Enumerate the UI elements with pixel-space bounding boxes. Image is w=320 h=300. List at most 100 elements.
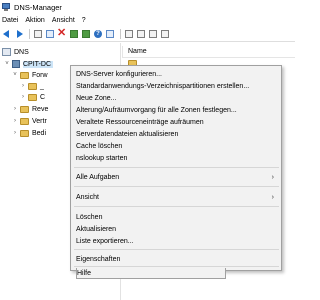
- properties-icon: [46, 30, 54, 38]
- dns-manager-app-icon: [2, 3, 10, 11]
- menu-item-scavenge-stale-records[interactable]: Veraltete Ressourceneinträge aufräumen: [76, 117, 276, 128]
- menu-item-all-tasks[interactable]: Alle Aufgaben ›: [76, 172, 276, 183]
- tree-item-zone-2[interactable]: › C: [20, 92, 45, 102]
- tree-item-reverse-zones[interactable]: › Reve: [12, 104, 48, 114]
- menu-item-label: Löschen: [76, 214, 103, 221]
- tree-item-label: Bedi: [32, 129, 47, 137]
- console-tree-icon: [34, 30, 42, 38]
- properties-toolbar-button[interactable]: [45, 29, 55, 39]
- chevron-down-icon[interactable]: ˅: [4, 61, 10, 67]
- menu-datei[interactable]: Datei: [2, 17, 18, 24]
- back-arrow-icon: [3, 30, 9, 38]
- menu-item-export-list[interactable]: Liste exportieren...: [76, 236, 276, 247]
- tree-item-server-label: CPIT-DC: [23, 60, 53, 68]
- menu-item-configure-dns-server[interactable]: DNS-Server konfigurieren...: [76, 69, 276, 80]
- tree-item-label: Forw: [32, 71, 48, 79]
- back-button[interactable]: [2, 29, 12, 39]
- tree-item-conditional-forwarders[interactable]: › Bedi: [12, 128, 46, 138]
- menu-item-label: Alterung/Aufräumvorgang für alle Zonen f…: [76, 107, 237, 114]
- menu-item-help[interactable]: Hilfe: [76, 268, 226, 279]
- delete-x-icon: ✕: [57, 27, 67, 39]
- menu-separator: [74, 266, 279, 267]
- menu-item-delete[interactable]: Löschen: [76, 212, 276, 223]
- chevron-right-icon[interactable]: ›: [12, 118, 18, 124]
- menu-item-label: Serverdatendateien aktualisieren: [76, 131, 179, 138]
- detail-view-button[interactable]: [160, 29, 170, 39]
- menu-separator: [74, 167, 279, 168]
- tree-item-dns[interactable]: DNS: [2, 47, 29, 57]
- console-button[interactable]: [105, 29, 115, 39]
- folder-icon: [20, 129, 29, 137]
- server-icon: [12, 60, 20, 68]
- tree-item-dns-label: DNS: [14, 48, 29, 56]
- menu-item-create-default-partitions[interactable]: Standardanwendungs-Verzeichnispartitione…: [76, 81, 276, 92]
- title-bar: DNS-Manager: [0, 0, 295, 14]
- export-icon: [82, 30, 90, 38]
- menu-item-label: Neue Zone...: [76, 95, 117, 102]
- folder-icon: [20, 105, 29, 113]
- menu-item-label: Standardanwendungs-Verzeichnispartitione…: [76, 83, 250, 90]
- context-menu: DNS-Server konfigurieren... Standardanwe…: [70, 65, 282, 271]
- tree-item-label: Vertr: [32, 117, 47, 125]
- chevron-right-icon[interactable]: ›: [12, 130, 18, 136]
- menu-item-label: Ansicht: [76, 194, 99, 201]
- menu-ansicht[interactable]: Ansicht: [52, 17, 75, 24]
- help-toolbar-button[interactable]: ?: [93, 29, 103, 39]
- refresh-icon: [70, 30, 78, 38]
- menu-aktion[interactable]: Aktion: [25, 17, 44, 24]
- menu-item-label: Cache löschen: [76, 143, 123, 150]
- menu-item-new-zone[interactable]: Neue Zone...: [76, 93, 276, 104]
- chevron-right-icon[interactable]: ›: [20, 83, 26, 89]
- menu-item-label: DNS-Server konfigurieren...: [76, 71, 162, 78]
- server-icon: [125, 30, 133, 38]
- menu-item-update-server-data-files[interactable]: Serverdatendateien aktualisieren: [76, 129, 276, 140]
- menu-item-label: Alle Aufgaben: [76, 174, 120, 181]
- list-column-header-name[interactable]: Name: [122, 46, 295, 58]
- submenu-arrow-icon: ›: [271, 174, 274, 181]
- console-icon: [106, 30, 114, 38]
- detail-icon: [161, 30, 169, 38]
- menu-bar: Datei Aktion Ansicht ?: [0, 14, 295, 26]
- toolbar-separator: [29, 29, 30, 39]
- forward-arrow-icon: [17, 30, 23, 38]
- menu-item-label: Hilfe: [77, 270, 92, 277]
- show-hide-tree-button[interactable]: [33, 29, 43, 39]
- folder-icon: [28, 82, 37, 90]
- tree-item-label: _: [40, 82, 44, 90]
- menu-separator: [74, 249, 279, 250]
- tree-item-server[interactable]: ˅ CPIT-DC: [4, 59, 53, 69]
- toolbar-separator-2: [120, 29, 121, 39]
- menu-item-label: Liste exportieren...: [76, 238, 134, 245]
- chevron-right-icon[interactable]: ›: [20, 94, 26, 100]
- menu-item-launch-nslookup[interactable]: nslookup starten: [76, 153, 276, 164]
- menu-help[interactable]: ?: [82, 17, 86, 24]
- menu-item-view[interactable]: Ansicht ›: [76, 192, 276, 203]
- forward-button[interactable]: [14, 29, 24, 39]
- submenu-arrow-icon: ›: [271, 194, 274, 201]
- zone-view-button[interactable]: [136, 29, 146, 39]
- tree-item-label: C: [40, 93, 46, 101]
- menu-item-label: Veraltete Ressourceneinträge aufräumen: [76, 119, 204, 126]
- delete-toolbar-button[interactable]: ✕: [57, 27, 67, 39]
- list-icon: [149, 30, 157, 38]
- menu-item-refresh[interactable]: Aktualisieren: [76, 224, 276, 235]
- menu-item-properties[interactable]: Eigenschaften: [76, 254, 276, 265]
- folder-icon: [20, 71, 29, 79]
- menu-item-clear-cache[interactable]: Cache löschen: [76, 141, 276, 152]
- dns-root-icon: [2, 48, 11, 56]
- tree-item-zone-1[interactable]: › _: [20, 81, 44, 91]
- refresh-toolbar-button[interactable]: [69, 29, 79, 39]
- export-list-button[interactable]: [81, 29, 91, 39]
- help-icon: ?: [94, 30, 102, 38]
- menu-item-label: nslookup starten: [76, 155, 128, 162]
- list-view-button[interactable]: [148, 29, 158, 39]
- server-view-button[interactable]: [124, 29, 134, 39]
- folder-icon: [28, 93, 37, 101]
- chevron-down-icon[interactable]: ˅: [12, 72, 18, 78]
- menu-item-set-aging-scavenging[interactable]: Alterung/Aufräumvorgang für alle Zonen f…: [76, 105, 276, 116]
- tree-item-trust-points[interactable]: › Vertr: [12, 116, 47, 126]
- tree-item-forward-zones[interactable]: ˅ Forw: [12, 70, 48, 80]
- menu-separator: [74, 186, 279, 187]
- chevron-right-icon[interactable]: ›: [12, 106, 18, 112]
- tree-item-label: Reve: [32, 105, 49, 113]
